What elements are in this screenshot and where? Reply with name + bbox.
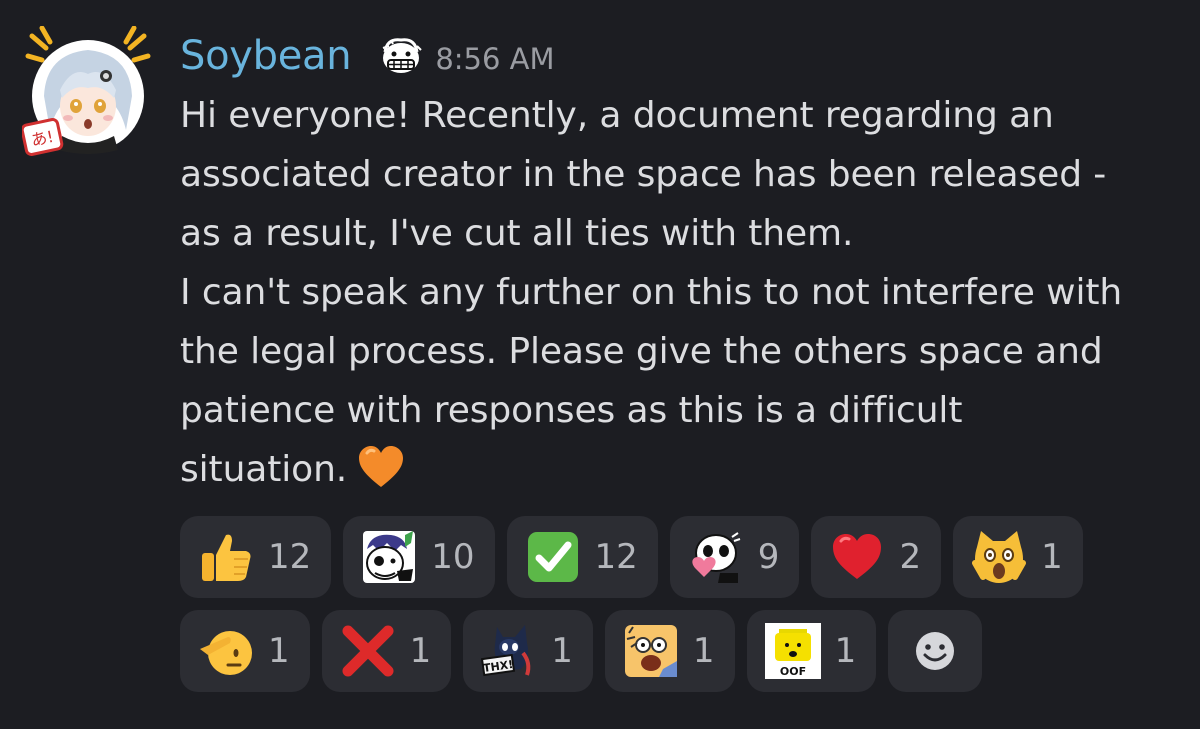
user-avatar[interactable]: あ! — [22, 26, 154, 158]
reaction-count: 2 — [899, 537, 922, 577]
heart-panda-icon — [692, 532, 741, 583]
reaction-count: 10 — [431, 537, 475, 577]
thumbs-up-icon — [202, 534, 251, 581]
reaction-count: 1 — [1041, 537, 1063, 577]
add-reaction-button[interactable] — [888, 610, 983, 692]
reaction-custom-character[interactable]: 10 — [343, 516, 495, 598]
reaction-count: 1 — [268, 631, 290, 671]
add-reaction-smiley-icon — [916, 632, 955, 670]
reaction-count: 1 — [834, 631, 857, 671]
reaction-thx-character[interactable]: THX! 1 — [463, 610, 593, 692]
reaction-count: 12 — [268, 537, 312, 577]
message-line: Hi everyone! Recently, a document regard… — [180, 95, 1054, 136]
reaction-saluting-face[interactable]: 1 — [180, 610, 310, 692]
reaction-count: 12 — [594, 537, 638, 577]
reaction-count: 1 — [692, 631, 715, 671]
reactions-row-1: 12 10 12 9 2 1 — [180, 516, 1180, 598]
reaction-count: 1 — [409, 631, 432, 671]
message-line: situation. — [180, 449, 348, 490]
thx-character-icon: THX! — [481, 625, 531, 677]
reaction-oof-head[interactable]: OOF 1 — [746, 610, 877, 692]
chat-message: あ! Soybean 8:56 AM Hi everyone! Recently… — [0, 0, 1200, 729]
reaction-red-heart[interactable]: 2 — [811, 516, 942, 598]
reactions-bar: 12 10 12 9 2 1 1 1 THX! 1 1 OOF 1 — [180, 516, 1180, 704]
screaming-cat-icon — [972, 531, 1027, 583]
message-line: patience with responses as this is a dif… — [180, 390, 963, 431]
reaction-screaming-cat[interactable]: 1 — [953, 516, 1083, 598]
message-timestamp: 8:56 AM — [435, 42, 555, 76]
reaction-cross-mark[interactable]: 1 — [321, 610, 452, 692]
reaction-check-mark[interactable]: 12 — [506, 516, 658, 598]
svg-text:OOF: OOF — [779, 665, 805, 678]
grinning-face-badge-icon — [382, 38, 423, 73]
message-line: the legal process. Please give the other… — [180, 331, 1103, 372]
cross-mark-icon — [342, 625, 394, 677]
message-header: Soybean 8:56 AM — [180, 30, 555, 82]
message-line: I can't speak any further on this to not… — [180, 272, 1123, 313]
check-mark-icon — [527, 532, 578, 582]
username[interactable]: Soybean — [180, 33, 352, 79]
message-content: Hi everyone! Recently, a document regard… — [180, 86, 1190, 499]
reaction-shocked-character[interactable]: 1 — [604, 610, 735, 692]
reaction-count: 9 — [757, 537, 780, 577]
reactions-row-2: 1 1 THX! 1 1 OOF 1 — [180, 610, 1180, 692]
reaction-heart-panda[interactable]: 9 — [669, 516, 800, 598]
oof-head-icon: OOF — [764, 623, 821, 679]
shocked-character-icon — [624, 625, 677, 677]
red-heart-icon — [833, 534, 882, 579]
reaction-count: 1 — [551, 631, 573, 671]
message-line: as a result, I've cut all ties with them… — [180, 213, 854, 254]
reaction-thumbs-up[interactable]: 12 — [180, 516, 332, 598]
orange-heart-emoji-icon — [359, 446, 404, 487]
message-line: associated creator in the space has been… — [180, 154, 1107, 195]
custom-character-sticker-icon — [363, 531, 416, 583]
message-last-line: situation. — [180, 440, 1190, 499]
saluting-face-icon — [200, 631, 252, 675]
